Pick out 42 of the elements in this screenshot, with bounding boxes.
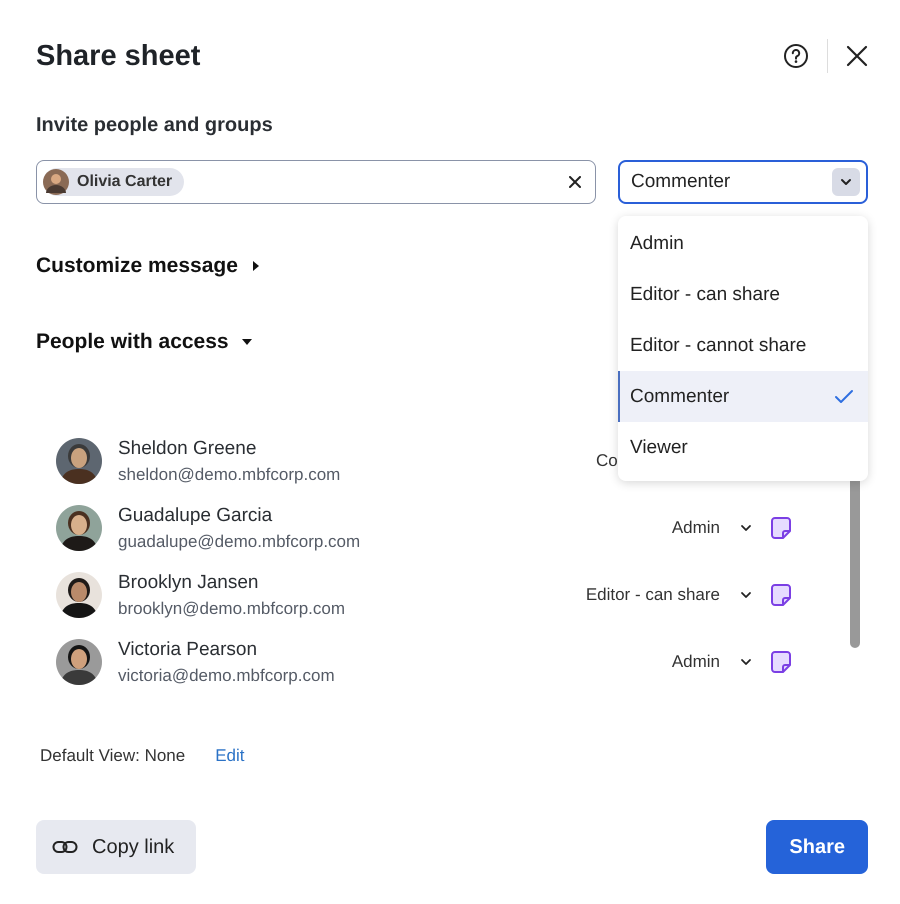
role-option[interactable]: Commenter: [618, 371, 868, 422]
note-icon: [770, 583, 792, 607]
person-name: Victoria Pearson: [118, 638, 258, 660]
clear-button[interactable]: [569, 176, 581, 188]
role-dropdown[interactable]: Admin: [672, 652, 720, 672]
check-icon: [834, 388, 854, 404]
role-dropdown[interactable]: Commenter: [618, 160, 868, 204]
invitee-chip[interactable]: Olivia Carter: [43, 168, 184, 196]
caret-icon: [832, 168, 860, 196]
person-name: Brooklyn Jansen: [118, 572, 260, 594]
people-with-access-toggle[interactable]: People with access: [36, 330, 253, 354]
section-heading: Invite people and groups: [36, 114, 274, 137]
copy-link-button[interactable]: Copy link: [36, 820, 196, 874]
dialog-title: Share sheet: [36, 40, 200, 72]
role-dropdown[interactable]: Admin: [672, 518, 720, 538]
role-option[interactable]: Editor - can share: [618, 269, 868, 320]
chevron-icon[interactable]: [740, 591, 752, 599]
role-option[interactable]: Admin: [618, 218, 868, 269]
chevron-icon[interactable]: [740, 524, 752, 532]
person-name: Sheldon Greene: [118, 438, 258, 460]
edit-link[interactable]: Edit: [215, 746, 245, 766]
share-button[interactable]: Share: [766, 820, 868, 874]
link-icon: [52, 839, 78, 855]
role-option[interactable]: Editor - cannot share: [618, 320, 868, 371]
help-button[interactable]: [783, 43, 809, 69]
person-email: victoria@demo.mbfcorp.com: [118, 666, 336, 686]
note-icon: [770, 650, 792, 674]
role-option[interactable]: Viewer: [618, 422, 868, 473]
default-view-label: Default View: None: [40, 746, 186, 766]
invite-field[interactable]: Olivia Carter: [36, 160, 596, 204]
role-dropdown[interactable]: Co: [596, 451, 618, 471]
chevron-icon[interactable]: [740, 658, 752, 666]
avatar-icon: [43, 169, 69, 195]
invitee-name: Olivia Carter: [77, 173, 172, 191]
customize-message-toggle[interactable]: Customize message: [36, 254, 262, 278]
person-email: sheldon@demo.mbfcorp.com: [118, 464, 342, 484]
person-name: Guadalupe Garcia: [118, 504, 274, 526]
person-email: guadalupe@demo.mbfcorp.com: [118, 532, 362, 552]
person-email: brooklyn@demo.mbfcorp.com: [118, 598, 346, 618]
close-button[interactable]: [846, 45, 868, 67]
role-dropdown[interactable]: Editor - can share: [586, 585, 720, 605]
note-icon: [770, 516, 792, 540]
